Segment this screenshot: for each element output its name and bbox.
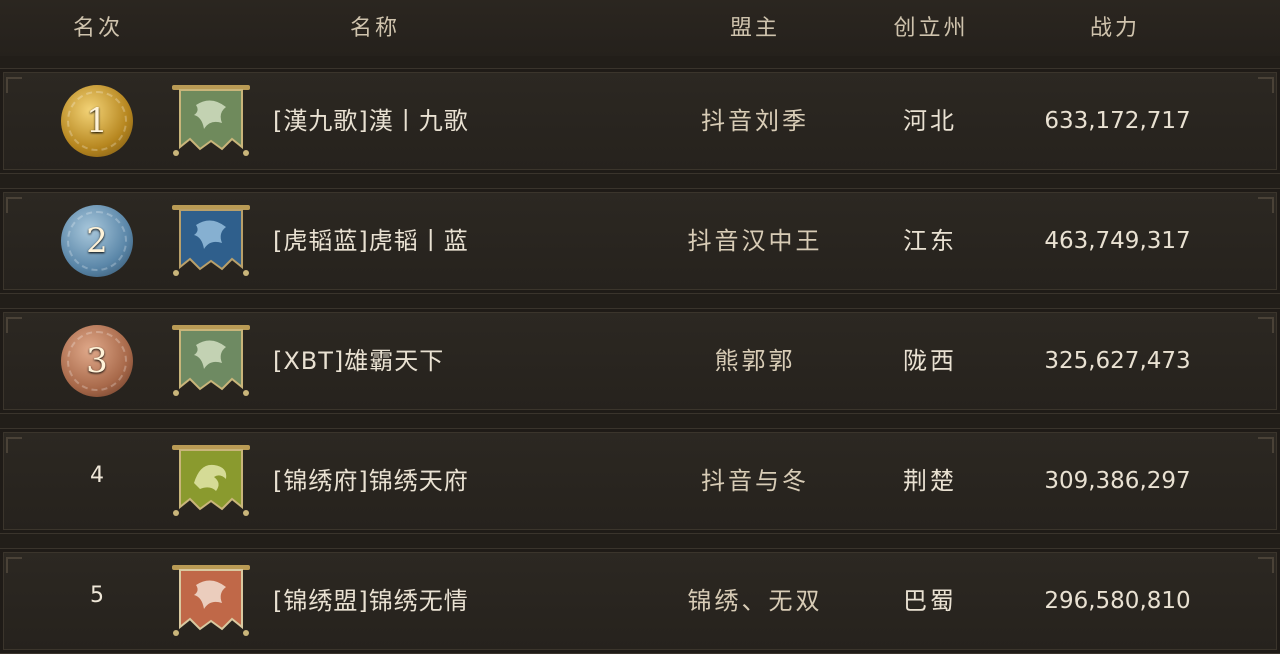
alliance-banner-icon — [172, 85, 250, 156]
table-row[interactable]: 1 [漢九歌]漢丨九歌 抖音刘季 河北 633,172,717 — [0, 68, 1280, 174]
alliance-name: [漢九歌]漢丨九歌 — [273, 107, 469, 135]
alliance-leader: 锦绣、无双 — [687, 587, 823, 615]
alliance-leader: 抖音刘季 — [701, 107, 809, 135]
alliance-name: [锦绣府]锦绣天府 — [273, 467, 469, 495]
alliance-leader: 抖音与冬 — [701, 467, 809, 495]
table-row[interactable]: 5 [锦绣盟]锦绣无情 锦绣、无双 巴蜀 296,580,810 — [0, 548, 1280, 654]
alliance-state: 巴蜀 — [903, 587, 957, 615]
alliance-power: 309,386,297 — [1044, 468, 1191, 494]
alliance-state: 陇西 — [903, 347, 957, 375]
alliance-state: 江东 — [903, 227, 957, 255]
alliance-power: 633,172,717 — [1044, 108, 1191, 134]
header-leader: 盟主 — [729, 16, 780, 41]
header-power: 战力 — [1089, 16, 1140, 41]
alliance-power: 463,749,317 — [1044, 228, 1191, 254]
alliance-state: 荆楚 — [903, 467, 957, 495]
header-state: 创立州 — [893, 16, 969, 41]
header-name: 名称 — [349, 16, 400, 41]
alliance-banner-icon — [172, 565, 250, 636]
table-row[interactable]: 2 [虎韬蓝]虎韬丨蓝 抖音汉中王 江东 463,749,317 — [0, 188, 1280, 294]
alliance-name: [虎韬蓝]虎韬丨蓝 — [273, 227, 469, 255]
alliance-banner-icon — [172, 205, 250, 276]
alliance-banner-icon — [172, 445, 250, 516]
alliance-leader: 抖音汉中王 — [687, 227, 823, 255]
table-header: 名次 名称 盟主 创立州 战力 — [0, 0, 1280, 56]
gold-medal-icon: 1 — [61, 85, 133, 157]
alliance-power: 296,580,810 — [1044, 588, 1191, 614]
header-rank: 名次 — [72, 16, 123, 41]
alliance-banner-icon — [172, 325, 250, 396]
table-row[interactable]: 3 [XBT]雄霸天下 熊郭郭 陇西 325,627,473 — [0, 308, 1280, 414]
table-row[interactable]: 4 [锦绣府]锦绣天府 抖音与冬 荆楚 309,386,297 — [0, 428, 1280, 534]
alliance-leader: 熊郭郭 — [714, 347, 796, 375]
alliance-power: 325,627,473 — [1044, 348, 1191, 374]
alliance-name: [XBT]雄霸天下 — [273, 347, 445, 375]
alliance-state: 河北 — [903, 107, 957, 135]
alliance-name: [锦绣盟]锦绣无情 — [273, 587, 469, 615]
silver-blue-medal-icon: 2 — [61, 205, 133, 277]
rank-number: 5 — [90, 583, 104, 608]
bronze-medal-icon: 3 — [61, 325, 133, 397]
rank-number: 4 — [90, 463, 104, 488]
